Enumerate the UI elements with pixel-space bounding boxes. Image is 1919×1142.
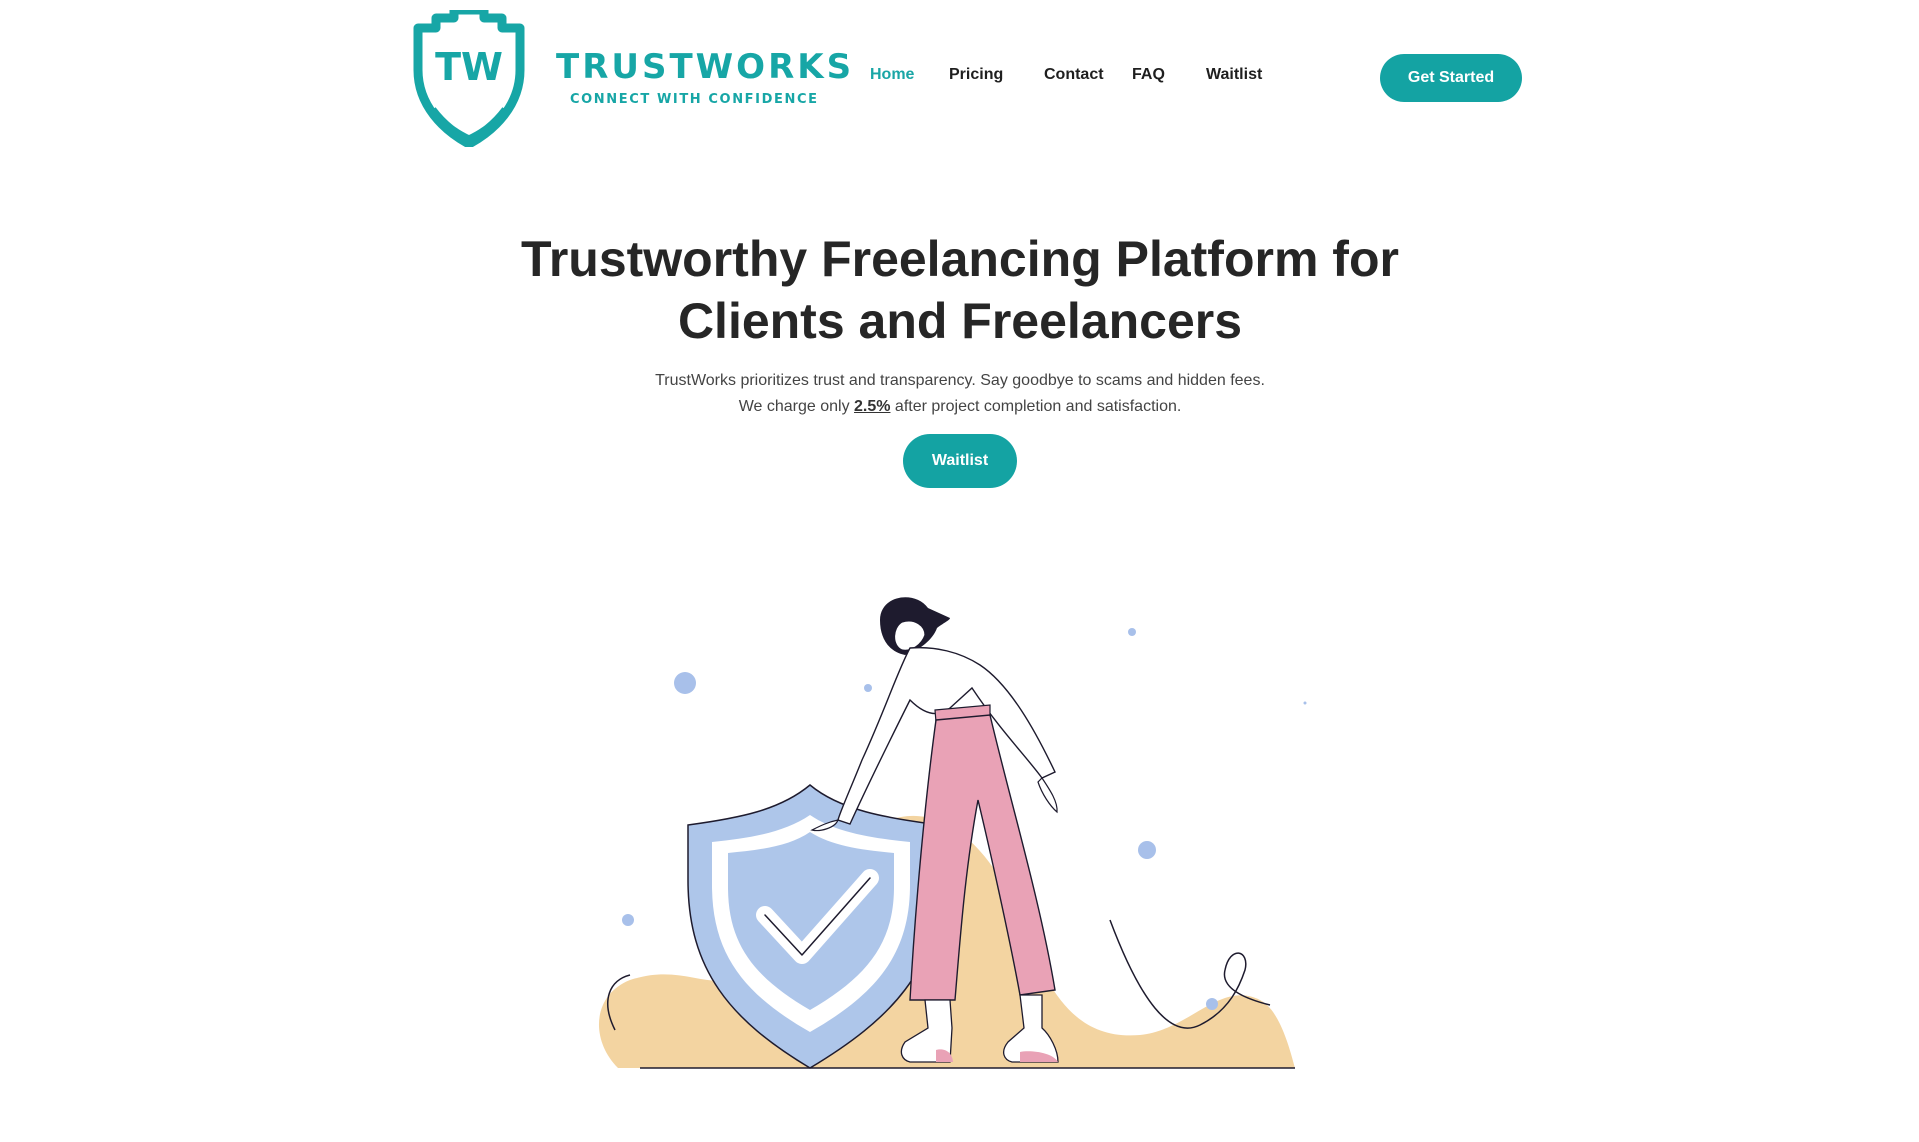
dot <box>1303 701 1307 705</box>
nav-pricing[interactable]: Pricing <box>949 66 1003 84</box>
hero-subtitle-prefix: We charge only <box>738 398 855 415</box>
hero-subtitle-suffix: after project completion and satisfactio… <box>890 398 1182 415</box>
hero-title: Trustworthy Freelancing Platform for Cli… <box>460 228 1460 352</box>
dot <box>674 672 696 694</box>
dot <box>622 914 634 926</box>
dot <box>1206 998 1218 1010</box>
hero-title-line1: Trustworthy Freelancing Platform for <box>521 231 1399 287</box>
fee-highlight: 2.5% <box>854 398 891 415</box>
hero-subtitle-line1: TrustWorks prioritizes trust and transpa… <box>655 372 1265 389</box>
nav-waitlist[interactable]: Waitlist <box>1206 66 1262 84</box>
brand-logo[interactable]: TW TRUSTWORKS CONNECT WITH CONFIDENCE <box>410 10 851 150</box>
dot <box>1138 841 1156 859</box>
logo-monogram: TW <box>435 45 503 89</box>
brand-tagline: CONNECT WITH CONFIDENCE <box>570 92 819 107</box>
hero-illustration <box>598 597 1307 1069</box>
shield-logo-icon: TW <box>413 10 525 147</box>
dot <box>1128 628 1136 636</box>
get-started-button[interactable]: Get Started <box>1380 54 1522 102</box>
site-header: TW TRUSTWORKS CONNECT WITH CONFIDENCE Ho… <box>0 0 1919 160</box>
nav-faq[interactable]: FAQ <box>1132 66 1165 84</box>
brand-name: TRUSTWORKS <box>556 47 855 87</box>
hero-subtitle: TrustWorks prioritizes trust and transpa… <box>560 368 1360 420</box>
hero-waitlist-button[interactable]: Waitlist <box>903 434 1017 488</box>
hero-title-line2: Clients and Freelancers <box>677 293 1243 349</box>
dot <box>864 684 872 692</box>
nav-contact[interactable]: Contact <box>1044 66 1104 84</box>
nav-home[interactable]: Home <box>870 66 914 84</box>
